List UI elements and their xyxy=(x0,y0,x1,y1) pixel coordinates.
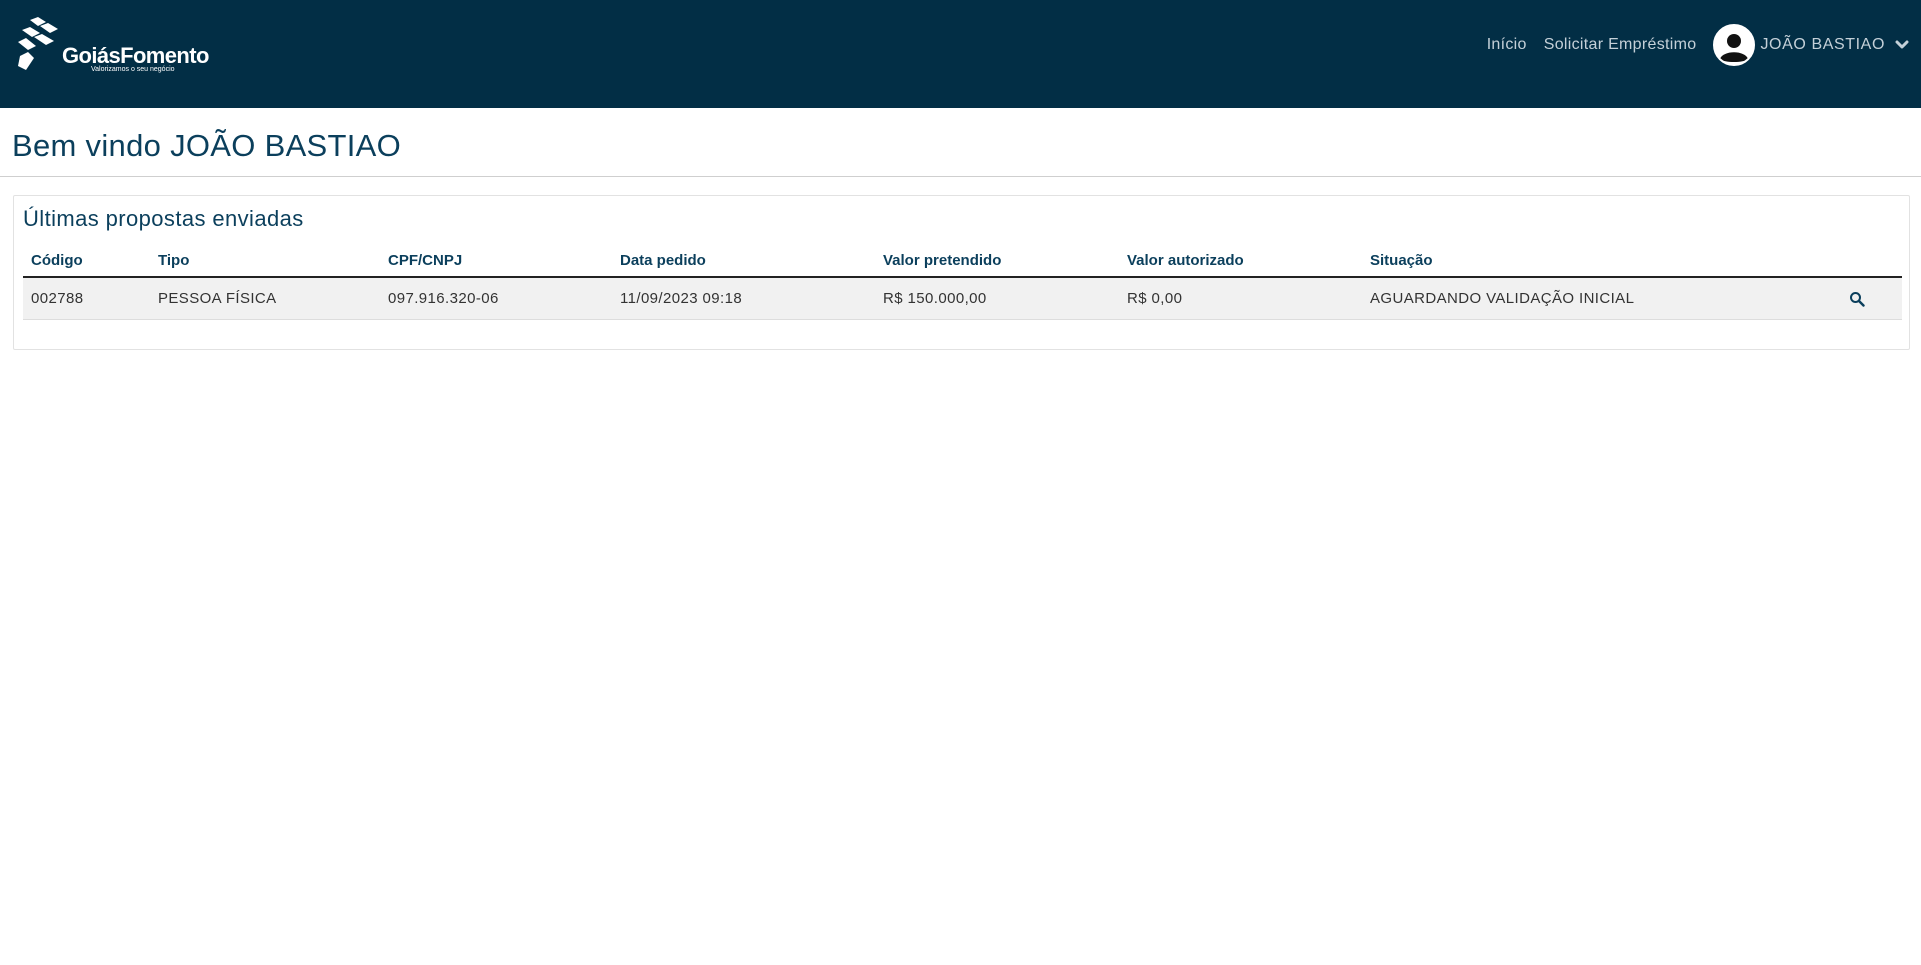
page-title: Bem vindo JOÃO BASTIAO xyxy=(12,128,402,163)
user-avatar-icon xyxy=(1713,24,1756,66)
cell-codigo: 002788 xyxy=(23,277,150,320)
nav-link-inicio[interactable]: Início xyxy=(1487,36,1527,54)
cell-valor-pretendido: R$ 150.000,00 xyxy=(875,277,1119,320)
logo-slogan: Valorizamos o seu negócio xyxy=(91,66,175,73)
column-header-tipo[interactable]: Tipo xyxy=(150,244,380,278)
main-nav: Início Solicitar Empréstimo JOÃO BASTIAO xyxy=(1487,24,1921,66)
panel-title: Últimas propostas enviadas xyxy=(23,206,304,231)
proposals-table: Código Tipo CPF/CNPJ Data pedido Valor p… xyxy=(23,244,1902,320)
goiasfomento-logo[interactable]: GoiásFomento Valorizamos o seu negócio xyxy=(16,16,209,76)
column-header-cpf-cnpj[interactable]: CPF/CNPJ xyxy=(380,244,612,278)
cell-data-pedido: 11/09/2023 09:18 xyxy=(612,277,875,320)
column-header-valor-pretendido[interactable]: Valor pretendido xyxy=(875,244,1119,278)
cell-actions xyxy=(1812,277,1902,320)
column-header-actions xyxy=(1812,244,1902,278)
recent-proposals-panel: Últimas propostas enviadas Código Tipo C… xyxy=(13,195,1910,350)
nav-link-solicitar-emprestimo[interactable]: Solicitar Empréstimo xyxy=(1544,36,1697,54)
user-name: JOÃO BASTIAO xyxy=(1760,36,1885,53)
search-icon xyxy=(1850,291,1865,307)
cell-tipo: PESSOA FÍSICA xyxy=(150,277,380,320)
cell-cpf-cnpj: 097.916.320-06 xyxy=(380,277,612,320)
view-proposal-button[interactable] xyxy=(1849,291,1865,307)
title-divider xyxy=(0,176,1921,177)
cell-situacao: AGUARDANDO VALIDAÇÃO INICIAL xyxy=(1362,277,1812,320)
chevron-down-icon[interactable] xyxy=(1895,40,1909,50)
user-menu[interactable]: JOÃO BASTIAO xyxy=(1713,24,1909,66)
top-navbar: GoiásFomento Valorizamos o seu negócio I… xyxy=(0,0,1921,108)
column-header-data-pedido[interactable]: Data pedido xyxy=(612,244,875,278)
column-header-situacao[interactable]: Situação xyxy=(1362,244,1812,278)
table-header-row: Código Tipo CPF/CNPJ Data pedido Valor p… xyxy=(23,244,1902,278)
column-header-codigo[interactable]: Código xyxy=(23,244,150,278)
cell-valor-autorizado: R$ 0,00 xyxy=(1119,277,1362,320)
column-header-valor-autorizado[interactable]: Valor autorizado xyxy=(1119,244,1362,278)
table-row[interactable]: 002788 PESSOA FÍSICA 097.916.320-06 11/0… xyxy=(23,277,1902,320)
